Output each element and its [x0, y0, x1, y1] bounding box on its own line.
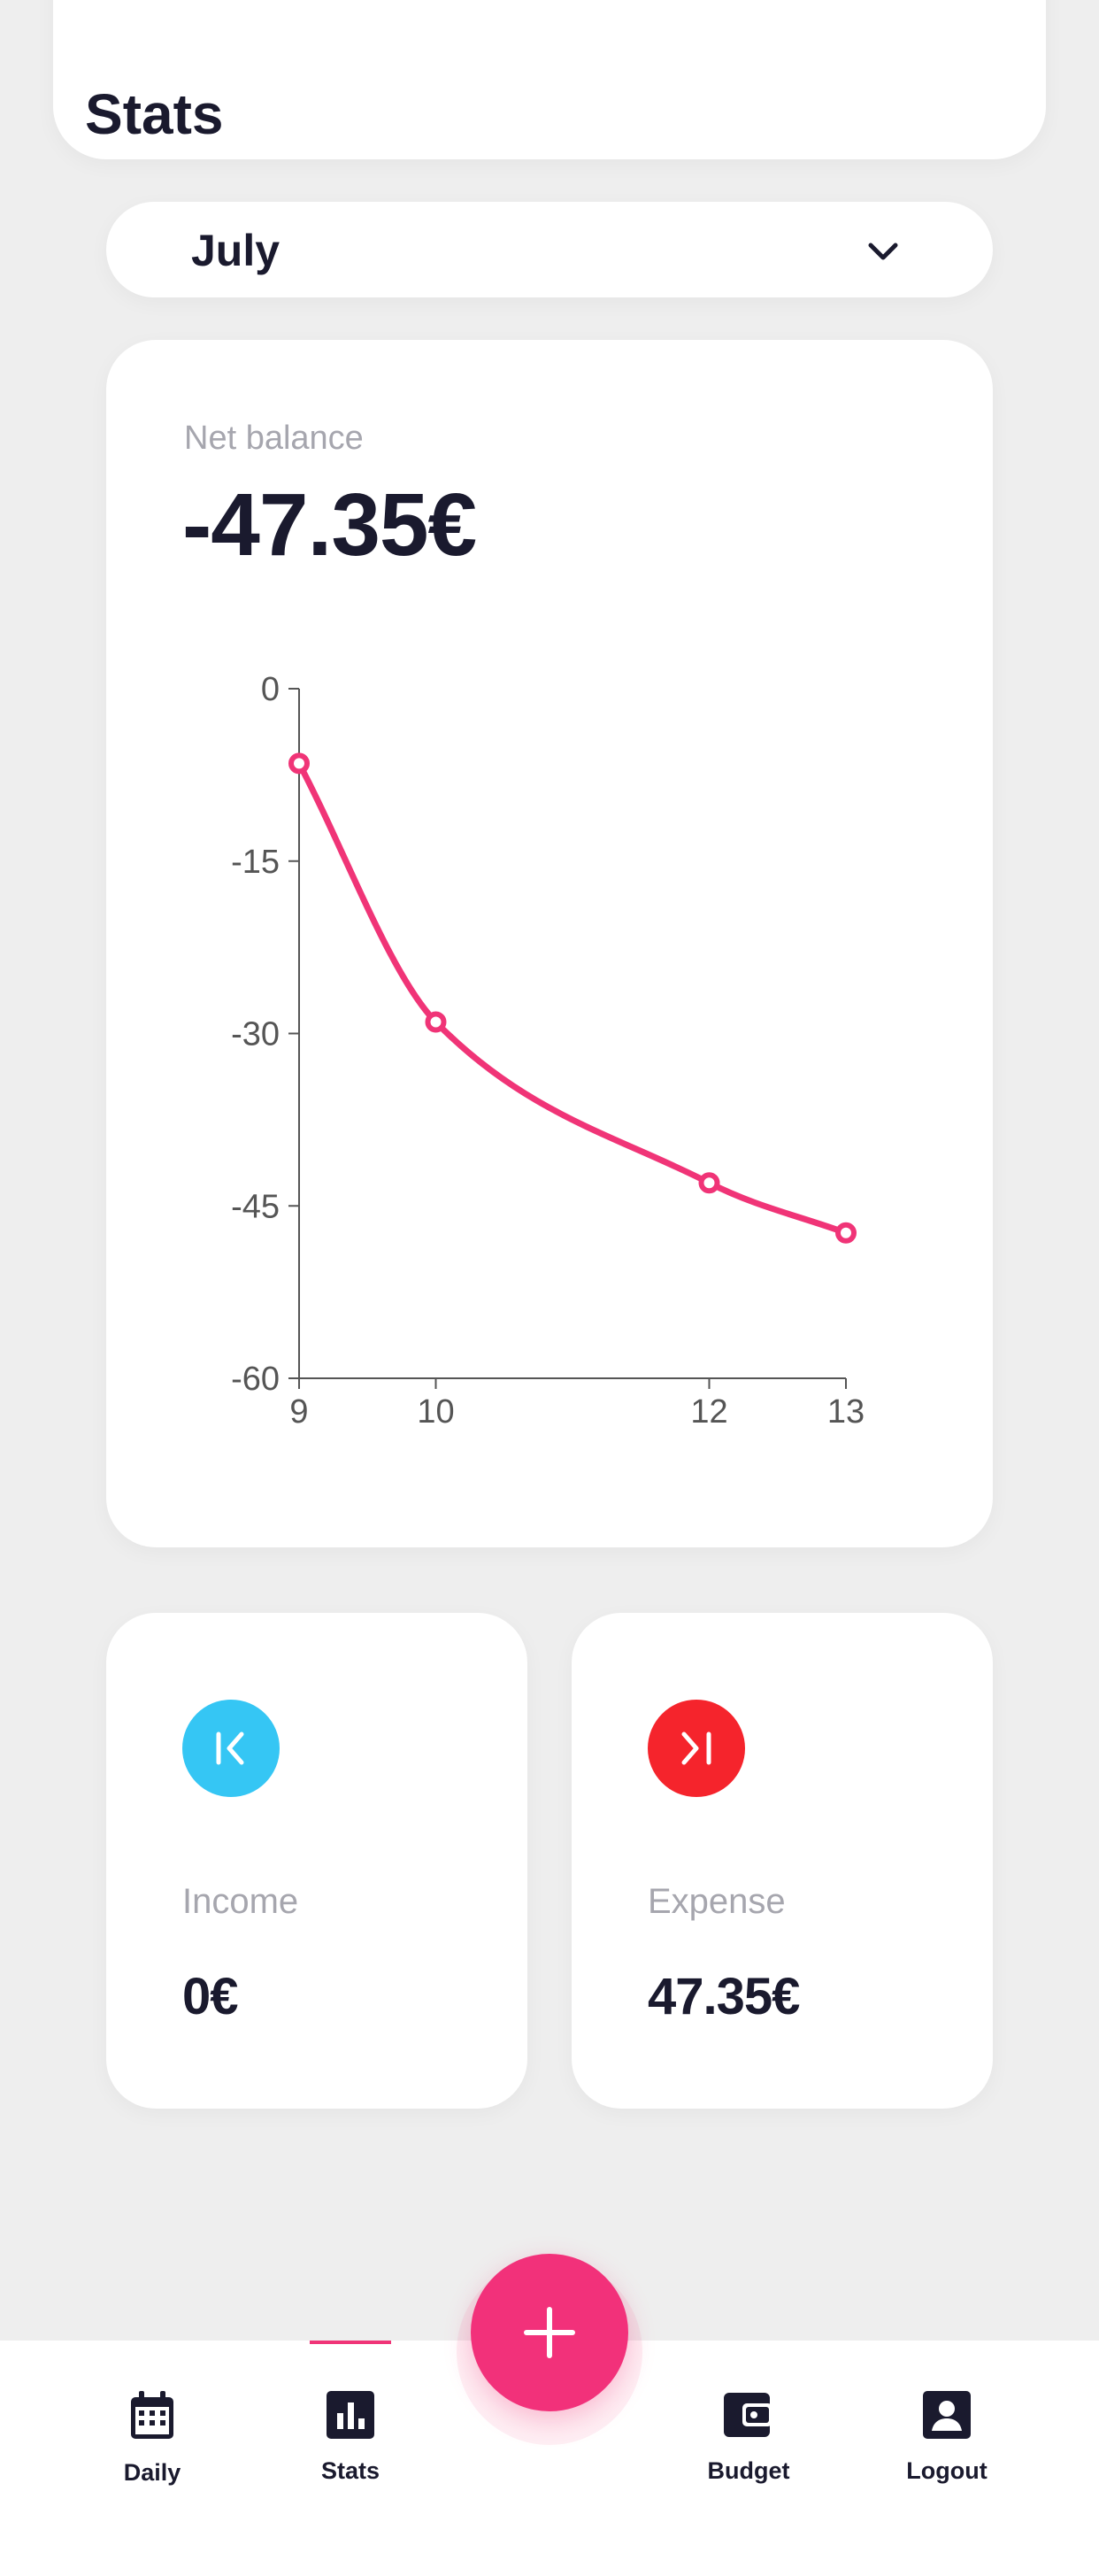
active-tab-indicator	[310, 2341, 391, 2344]
income-arrow-icon	[182, 1700, 280, 1797]
y-tick-label: -45	[231, 1188, 280, 1225]
nav-label-stats: Stats	[320, 2457, 380, 2484]
income-label: Income	[182, 1882, 299, 1921]
y-tick-label: 0	[261, 671, 280, 708]
expense-card[interactable]: Expense 47.35€	[572, 1613, 993, 2109]
nav-item-stats[interactable]: Stats	[280, 2390, 421, 2485]
month-selector-value: July	[191, 226, 281, 275]
expense-label: Expense	[648, 1882, 786, 1921]
chevron-down-icon	[868, 243, 898, 260]
y-tick-label: -30	[231, 1016, 280, 1053]
x-tick-label: 10	[417, 1393, 454, 1431]
y-tick-label: -60	[231, 1361, 280, 1398]
add-transaction-button[interactable]	[471, 2254, 628, 2411]
calendar-icon	[131, 2391, 173, 2439]
page-title: Stats	[85, 82, 224, 146]
balance-series-line	[296, 760, 849, 1237]
nav-label-logout: Logout	[906, 2457, 988, 2484]
y-tick-label: -15	[231, 844, 280, 881]
nav-item-daily[interactable]: Daily	[81, 2390, 223, 2487]
data-point	[288, 752, 310, 775]
income-value: 0€	[182, 1968, 239, 2025]
plus-icon	[524, 2307, 575, 2358]
expense-arrow-icon	[648, 1700, 745, 1797]
month-selector[interactable]: July	[106, 202, 993, 297]
x-tick-label: 12	[690, 1393, 727, 1431]
account-icon	[923, 2391, 971, 2439]
x-tick-label: 13	[827, 1393, 865, 1431]
income-card[interactable]: Income 0€	[106, 1613, 527, 2109]
data-point	[425, 1011, 447, 1033]
nav-item-budget[interactable]: Budget	[678, 2390, 819, 2485]
expense-value: 47.35€	[648, 1968, 800, 2025]
x-tick-label: 9	[289, 1393, 308, 1431]
nav-label-daily: Daily	[123, 2459, 181, 2486]
nav-item-logout[interactable]: Logout	[876, 2390, 1018, 2485]
balance-line-chart: 0 -15 -30 -45 -609 10 12 13	[231, 671, 865, 1431]
nav-label-budget: Budget	[707, 2457, 790, 2484]
data-point	[698, 1172, 720, 1194]
net-balance-card: Net balance -47.35€ 0 -15 -30 -45 -60 9 10 12 13	[106, 340, 993, 1547]
wallet-icon	[724, 2393, 772, 2437]
bar-chart-icon	[327, 2391, 374, 2439]
data-point	[835, 1222, 857, 1244]
